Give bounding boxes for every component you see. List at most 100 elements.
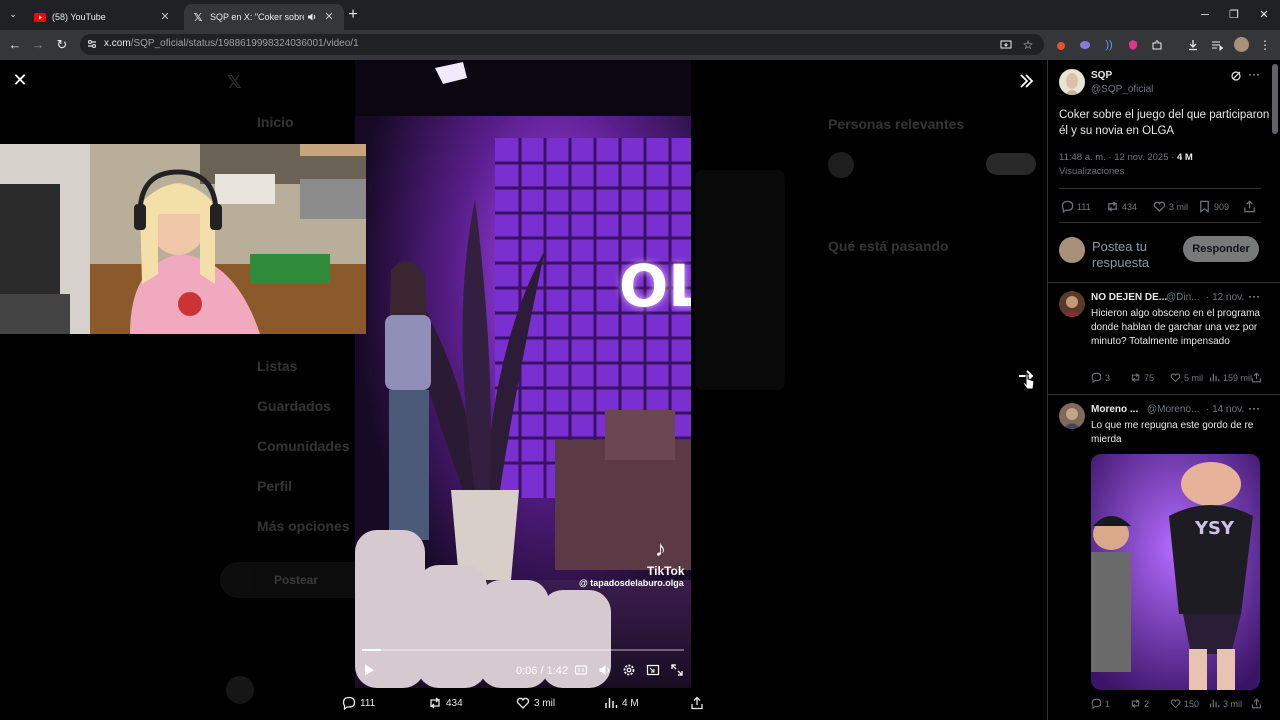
- post-views: 4 M: [1176, 152, 1193, 163]
- reload-icon[interactable]: ↻: [54, 37, 70, 53]
- reply-button[interactable]: Responder: [1183, 236, 1259, 262]
- back-arrow-icon[interactable]: ←: [7, 37, 23, 53]
- captions-icon[interactable]: [574, 663, 588, 677]
- streamer-webcam-overlay: [0, 144, 366, 334]
- install-app-icon[interactable]: [998, 37, 1014, 53]
- close-viewer-icon[interactable]: ✕: [11, 71, 29, 89]
- grok-icon[interactable]: [1230, 70, 1242, 82]
- speaker-icon[interactable]: [306, 11, 318, 23]
- close-tab-icon[interactable]: ✕: [322, 10, 336, 24]
- post-button-bg: Postear: [220, 562, 372, 598]
- tab-x-post[interactable]: 𝕏 SQP en X: "Coker sobre el j ✕: [184, 4, 344, 30]
- maximize-icon[interactable]: ❐: [1225, 6, 1243, 24]
- stat-value: 150: [1184, 698, 1200, 709]
- views-chart-icon: [1209, 699, 1220, 708]
- minimize-icon[interactable]: ─: [1196, 6, 1214, 24]
- nav-profile: Perfil: [257, 478, 293, 494]
- reply-repost-stat[interactable]: 75: [1130, 372, 1154, 383]
- relevant-avatar: [828, 152, 854, 178]
- reply-more-icon[interactable]: ···: [1248, 289, 1260, 303]
- video-progress-track[interactable]: [362, 649, 684, 651]
- reply-author-avatar[interactable]: [1059, 291, 1085, 317]
- profile-avatar[interactable]: [1234, 37, 1249, 52]
- reply-input[interactable]: Postea tu respuesta: [1092, 239, 1176, 269]
- fullscreen-icon[interactable]: [670, 663, 684, 677]
- collapse-sidebar-icon[interactable]: [1016, 72, 1036, 90]
- reply-more-icon[interactable]: ···: [1248, 401, 1260, 415]
- sidebar-scrollbar[interactable]: [1272, 64, 1278, 134]
- post-timestamp: 11:48 a. m. · 12 nov. 2025 ·: [1059, 152, 1177, 163]
- reply-action[interactable]: 111: [342, 696, 375, 710]
- post-like-stat[interactable]: 3 mil: [1153, 200, 1188, 213]
- url-domain: x.com: [104, 38, 131, 49]
- reply-author-handle[interactable]: @Moreno...: [1147, 404, 1199, 415]
- reply-reply-stat[interactable]: 1: [1091, 698, 1110, 709]
- views-label: Visualizaciones: [1059, 166, 1125, 177]
- post-repost-stat[interactable]: 434: [1106, 200, 1137, 213]
- reply-author-name[interactable]: NO DEJEN DE...: [1091, 292, 1167, 303]
- reply-author-handle[interactable]: @Din...: [1166, 292, 1200, 303]
- author-avatar[interactable]: [1059, 69, 1085, 95]
- reply-text: Lo que me repugna este gordo de re mierd…: [1091, 420, 1254, 445]
- reply-count: 111: [360, 697, 376, 709]
- post-sidebar: SQP @SQP_oficial ··· Coker sobre el jueg…: [1047, 60, 1280, 720]
- tab-youtube[interactable]: (58) YouTube ✕: [26, 4, 180, 30]
- video-player[interactable]: OL ♪ TikTok @ tapadosdelaburo.olga: [355, 60, 691, 688]
- picture-in-picture-icon[interactable]: [646, 663, 660, 677]
- author-name[interactable]: SQP: [1091, 70, 1112, 81]
- post-share-stat[interactable]: [1243, 200, 1259, 213]
- extension-fire-icon[interactable]: [1053, 37, 1069, 53]
- reply-author-name[interactable]: Moreno ...: [1091, 404, 1138, 415]
- bookmark-star-icon[interactable]: ☆: [1020, 37, 1036, 53]
- author-handle[interactable]: @SQP_oficial: [1091, 84, 1153, 95]
- stat-value: 3 mil: [1169, 201, 1189, 212]
- reply-date[interactable]: · 12 nov.: [1206, 292, 1244, 303]
- reply-share-stat[interactable]: [1251, 698, 1265, 709]
- views-action[interactable]: 4 M: [604, 696, 639, 710]
- play-icon[interactable]: [362, 663, 376, 677]
- new-tab-button[interactable]: +: [344, 6, 362, 24]
- reply-repost-stat[interactable]: 2: [1130, 698, 1149, 709]
- reply-views-stat[interactable]: 3 mil: [1209, 698, 1242, 709]
- more-options-icon[interactable]: ···: [1248, 67, 1260, 81]
- extensions-puzzle-icon[interactable]: [1149, 37, 1165, 53]
- volume-icon[interactable]: [598, 663, 612, 677]
- trending-title: Qué está pasando: [828, 238, 949, 254]
- stat-value: 75: [1144, 372, 1155, 383]
- close-window-icon[interactable]: ✕: [1255, 6, 1273, 24]
- browser-menu-icon[interactable]: ⋮: [1257, 37, 1273, 53]
- post-bookmark-stat[interactable]: 909: [1198, 200, 1229, 213]
- post-reply-stat[interactable]: 111: [1061, 200, 1091, 213]
- close-tab-icon[interactable]: ✕: [158, 10, 172, 24]
- nav-communities: Comunidades: [257, 438, 350, 454]
- share-action[interactable]: [690, 696, 708, 710]
- post-text: Coker sobre el juego del que participaro…: [1059, 109, 1270, 137]
- heart-icon: [1153, 201, 1166, 212]
- reply-views-stat[interactable]: 159 mil: [1209, 372, 1252, 383]
- reply-like-stat[interactable]: 5 mil: [1170, 372, 1203, 383]
- reply-reply-stat[interactable]: 3: [1091, 372, 1110, 383]
- nav-more: Más opciones: [257, 518, 350, 534]
- post-meta: 11:48 a. m. · 12 nov. 2025 · 4 M: [1059, 152, 1193, 163]
- reply-share-stat[interactable]: [1251, 372, 1265, 383]
- repost-action[interactable]: 434: [428, 696, 463, 710]
- divider: [1059, 222, 1261, 223]
- reply-author-avatar[interactable]: [1059, 403, 1085, 429]
- site-info-icon[interactable]: [84, 36, 100, 52]
- tab-search-icon[interactable]: ⌄: [6, 7, 20, 21]
- reply-like-stat[interactable]: 150: [1170, 698, 1199, 709]
- download-icon[interactable]: [1185, 37, 1201, 53]
- settings-gear-icon[interactable]: [622, 663, 636, 677]
- extension-shield-icon[interactable]: [1125, 37, 1141, 53]
- background-card: [695, 170, 785, 390]
- x-media-viewer: 𝕏 Inicio Listas Guardados Comunidades Pe…: [0, 60, 1280, 720]
- reply-media-image[interactable]: YSY: [1091, 454, 1260, 690]
- extension-signal-icon[interactable]: )): [1101, 37, 1117, 53]
- extension-planet-icon[interactable]: [1077, 37, 1093, 53]
- url-text[interactable]: x.com/SQP_oficial/status/198861999832403…: [104, 38, 359, 49]
- reply-date[interactable]: · 14 nov.: [1206, 404, 1244, 415]
- media-queue-icon[interactable]: [1209, 37, 1225, 53]
- forward-arrow-icon[interactable]: →: [30, 37, 46, 53]
- like-action[interactable]: 3 mil: [516, 696, 555, 710]
- reply-icon: [342, 696, 356, 710]
